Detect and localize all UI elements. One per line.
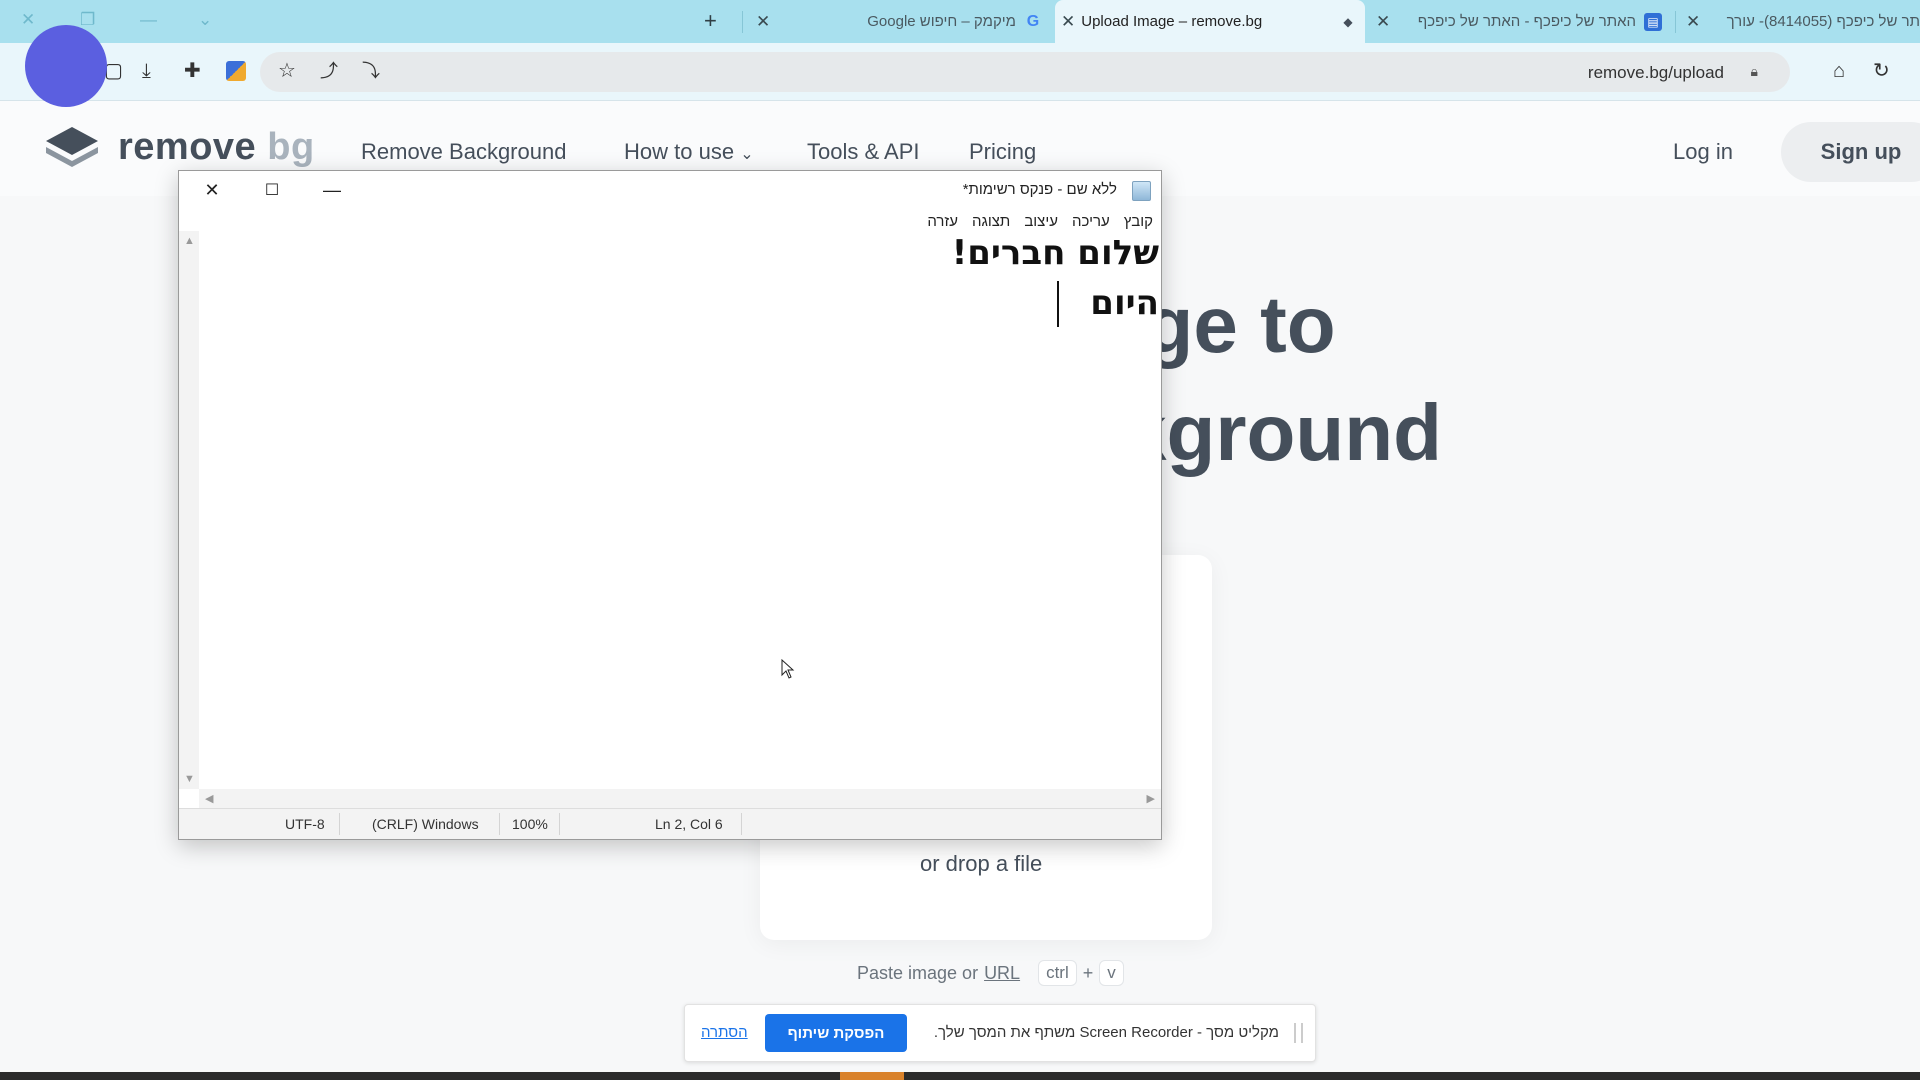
notepad-menubar: קובץ עריכה עיצוב תצוגה עזרה <box>927 213 1153 230</box>
menu-format[interactable]: עיצוב <box>1024 213 1058 230</box>
site-favicon-icon: ▤ <box>1644 12 1662 31</box>
tab-title: Upload Image – remove.bg <box>1081 13 1263 30</box>
browser-tabstrip: ✕ ❐ — ⌄ + G מיקמק – חיפוש Google ✕ ◆ Upl… <box>0 0 1920 43</box>
share-message: מקליט מסך - Screen Recorder משתף את המסך… <box>933 1024 1279 1041</box>
tab-separator <box>742 11 743 33</box>
notepad-app-icon <box>1132 181 1151 201</box>
google-icon: G <box>1026 12 1040 30</box>
stop-sharing-button[interactable]: הפסקת שיתוף <box>765 1014 907 1052</box>
install-app-icon[interactable]: ⤵ <box>362 59 380 83</box>
removebg-favicon-icon: ◆ <box>1343 14 1353 29</box>
address-bar[interactable]: ☆ ⤴ ⤵ remove.bg/upload 🔒︎ <box>260 52 1790 92</box>
status-zoom: 100% <box>512 816 548 832</box>
menu-view[interactable]: תצוגה <box>972 213 1010 230</box>
tab-kipkaf-site[interactable]: ▤ האתר של כיפכף - האתר של כיפכף ✕ <box>1370 0 1670 43</box>
notepad-close-icon[interactable]: ✕ <box>189 175 235 205</box>
logo-text: remove bg <box>118 125 315 168</box>
window-close-icon[interactable]: ✕ <box>21 10 35 30</box>
user-avatar[interactable] <box>25 25 107 107</box>
tab-google-search[interactable]: G מיקמק – חיפוש Google ✕ <box>750 0 1050 43</box>
drop-file-text: or drop a file <box>920 851 1043 876</box>
tab-removebg-upload[interactable]: ◆ Upload Image – remove.bg ✕ <box>1055 0 1365 43</box>
chevron-down-icon: ⌄ <box>740 146 754 163</box>
paste-hint-text: Paste image or <box>857 962 979 983</box>
url-text[interactable]: remove.bg/upload <box>1588 63 1724 83</box>
text-line: היום <box>1090 283 1159 323</box>
logo-layers-icon <box>46 127 98 167</box>
notepad-statusbar: UTF-8 (CRLF) Windows 100% Ln 2, Col 6 <box>179 808 1161 839</box>
notepad-window: ✕ ☐ — ללא שם - פנקס רשימות* קובץ עריכה ע… <box>178 170 1162 840</box>
menu-edit[interactable]: עריכה <box>1072 213 1110 230</box>
notepad-text-area[interactable]: שלום חברים! היום <box>201 231 1161 789</box>
window-minimize-icon[interactable]: — <box>140 10 157 30</box>
tab-close-icon[interactable]: ✕ <box>1061 12 1075 32</box>
tab-separator <box>1675 11 1676 33</box>
horizontal-scrollbar[interactable]: ◀ ▶ <box>199 789 1161 809</box>
status-line-ending: (CRLF) Windows <box>372 816 479 832</box>
new-tab-button[interactable]: + <box>704 9 717 33</box>
vertical-scrollbar[interactable]: ▲ ▼ <box>179 231 199 789</box>
notepad-minimize-icon[interactable]: — <box>309 175 355 205</box>
mouse-pointer-icon <box>781 659 795 679</box>
kbd-plus: + <box>1082 962 1094 983</box>
nav-tools-api[interactable]: Tools & API <box>807 139 920 165</box>
kbd-v: v <box>1099 960 1124 986</box>
nav-pricing[interactable]: Pricing <box>969 139 1036 165</box>
bookmark-star-icon[interactable]: ☆ <box>278 59 296 83</box>
status-position: Ln 2, Col 6 <box>655 816 723 832</box>
screen-share-banner: מקליט מסך - Screen Recorder משתף את המסך… <box>684 1004 1316 1062</box>
status-separator <box>741 813 742 835</box>
status-separator <box>339 813 340 835</box>
text-caret <box>1057 281 1059 327</box>
tab-close-icon[interactable]: ✕ <box>1376 12 1390 32</box>
tab-title: מיקמק – חיפוש Google <box>867 13 1016 30</box>
extensions-puzzle-icon[interactable]: ✚ <box>184 59 201 83</box>
text-line: שלום חברים! <box>951 233 1159 273</box>
browser-toolbar: ▢ ⤓ ✚ ☆ ⤴ ⤵ remove.bg/upload 🔒︎ ⌂ ↻ <box>0 43 1920 101</box>
status-separator <box>559 813 560 835</box>
removebg-logo[interactable]: remove bg <box>44 125 315 169</box>
menu-file[interactable]: קובץ <box>1124 213 1153 230</box>
tab-title: האתר של כיפכף - האתר של כיפכף <box>1417 13 1636 30</box>
drag-handle-icon[interactable] <box>1294 1023 1303 1043</box>
status-separator <box>499 813 500 835</box>
download-icon[interactable]: ⤓ <box>142 59 151 83</box>
menu-help[interactable]: עזרה <box>927 213 958 230</box>
tab-close-icon[interactable]: ✕ <box>1686 12 1700 32</box>
kbd-ctrl: ctrl <box>1038 960 1077 986</box>
tab-search-chevron-icon[interactable]: ⌄ <box>198 10 212 30</box>
paste-hint: Paste image or URL ctrl + v <box>857 960 1124 986</box>
login-link[interactable]: Log in <box>1673 139 1733 165</box>
tab-title: תר של כיפכף (8414055)- עורך <box>1726 13 1920 30</box>
status-encoding: UTF-8 <box>285 816 325 832</box>
home-icon[interactable]: ⌂ <box>1833 59 1845 83</box>
scroll-left-icon[interactable]: ◀ <box>205 792 213 805</box>
scroll-down-icon[interactable]: ▼ <box>184 773 195 785</box>
notepad-maximize-icon[interactable]: ☐ <box>249 175 295 205</box>
reload-icon[interactable]: ↻ <box>1873 59 1890 83</box>
scroll-up-icon[interactable]: ▲ <box>184 235 195 247</box>
nav-remove-background[interactable]: Remove Background <box>361 139 566 165</box>
taskbar-app-highlight[interactable] <box>840 1072 904 1080</box>
taskbar <box>0 1072 1920 1080</box>
window-restore-icon[interactable]: ❐ <box>80 10 95 30</box>
nav-how-to-use[interactable]: How to use ⌄ <box>624 139 754 165</box>
lock-icon[interactable]: 🔒︎ <box>1751 63 1758 80</box>
share-icon[interactable]: ⤴ <box>320 59 338 83</box>
notepad-title: ללא שם - פנקס רשימות* <box>962 181 1117 198</box>
extension-app-icon[interactable] <box>226 61 246 81</box>
signup-button[interactable]: Sign up <box>1781 122 1920 182</box>
scroll-right-icon[interactable]: ▶ <box>1147 792 1155 805</box>
tab-kipkaf-editor[interactable]: תר של כיפכף (8414055)- עורך ✕ <box>1680 0 1920 43</box>
tab-close-icon[interactable]: ✕ <box>756 12 770 32</box>
hero-title-line2: kground <box>1122 388 1442 477</box>
paste-url-link[interactable]: URL <box>984 963 1020 984</box>
hide-banner-link[interactable]: הסתרה <box>701 1024 748 1041</box>
